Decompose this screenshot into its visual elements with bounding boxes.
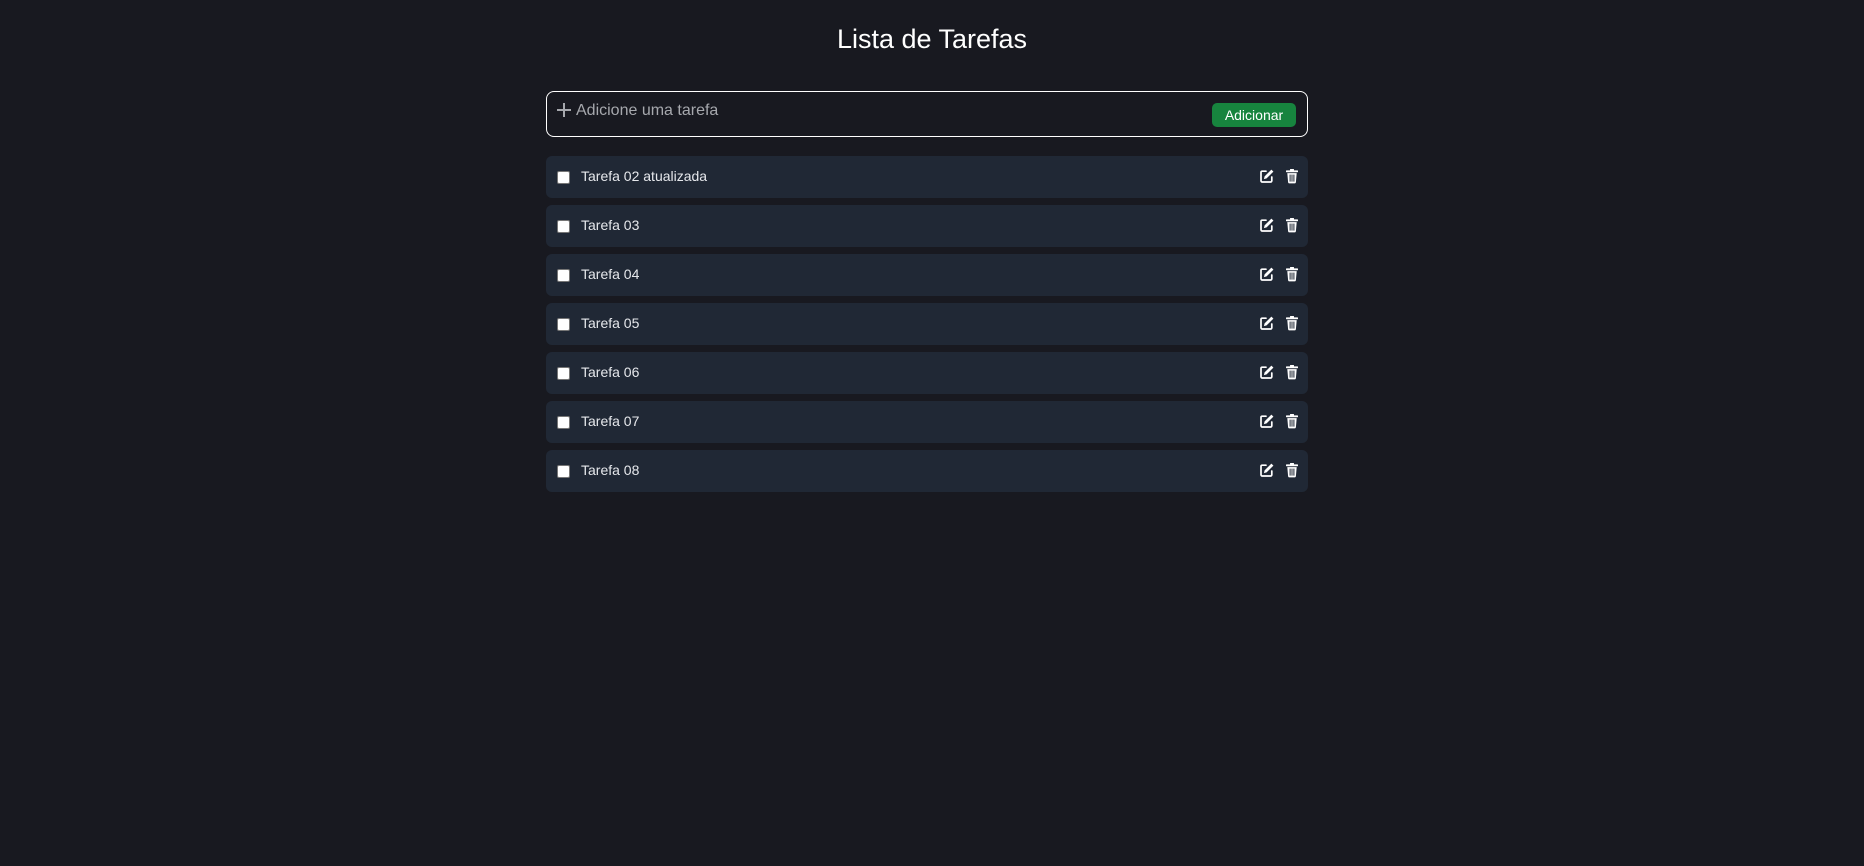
task-checkbox[interactable] <box>557 171 570 184</box>
edit-icon[interactable] <box>1259 266 1275 282</box>
task-row: Tarefa 07 <box>546 401 1308 443</box>
task-label: Tarefa 07 <box>581 413 640 429</box>
edit-icon[interactable] <box>1259 364 1275 380</box>
edit-icon[interactable] <box>1259 462 1275 478</box>
edit-icon[interactable] <box>1259 217 1275 233</box>
task-row: Tarefa 06 <box>546 352 1308 394</box>
task-label: Tarefa 05 <box>581 315 640 331</box>
trash-icon[interactable] <box>1284 266 1300 282</box>
task-label: Tarefa 08 <box>581 462 640 478</box>
edit-icon[interactable] <box>1259 413 1275 429</box>
trash-icon[interactable] <box>1284 168 1300 184</box>
task-checkbox[interactable] <box>557 465 570 478</box>
add-button[interactable]: Adicionar <box>1212 103 1296 127</box>
task-label: Tarefa 04 <box>581 266 640 282</box>
trash-icon[interactable] <box>1284 462 1300 478</box>
task-row: Tarefa 05 <box>546 303 1308 345</box>
edit-icon[interactable] <box>1259 168 1275 184</box>
task-checkbox[interactable] <box>557 367 570 380</box>
task-row: Tarefa 08 <box>546 450 1308 492</box>
page-title: Lista de Tarefas <box>836 24 1028 54</box>
edit-icon[interactable] <box>1259 315 1275 331</box>
task-checkbox[interactable] <box>557 269 570 282</box>
add-task-input[interactable] <box>576 100 1226 122</box>
trash-icon[interactable] <box>1284 413 1300 429</box>
task-label: Tarefa 02 atualizada <box>581 168 708 184</box>
task-row: Tarefa 03 <box>546 205 1308 247</box>
plus-icon <box>557 103 571 117</box>
task-checkbox[interactable] <box>557 220 570 233</box>
trash-icon[interactable] <box>1284 364 1300 380</box>
task-checkbox[interactable] <box>557 318 570 331</box>
task-label: Tarefa 06 <box>581 364 640 380</box>
add-task-bar: Adicionar <box>546 91 1308 137</box>
trash-icon[interactable] <box>1284 315 1300 331</box>
todo-page: Lista de Tarefas Adicionar Tarefa 02 atu… <box>0 0 1864 866</box>
trash-icon[interactable] <box>1284 217 1300 233</box>
task-checkbox[interactable] <box>557 416 570 429</box>
task-list: Tarefa 02 atualizada Tarefa 03 Tarefa 04… <box>546 156 1308 499</box>
task-row: Tarefa 04 <box>546 254 1308 296</box>
task-row: Tarefa 02 atualizada <box>546 156 1308 198</box>
task-label: Tarefa 03 <box>581 217 640 233</box>
